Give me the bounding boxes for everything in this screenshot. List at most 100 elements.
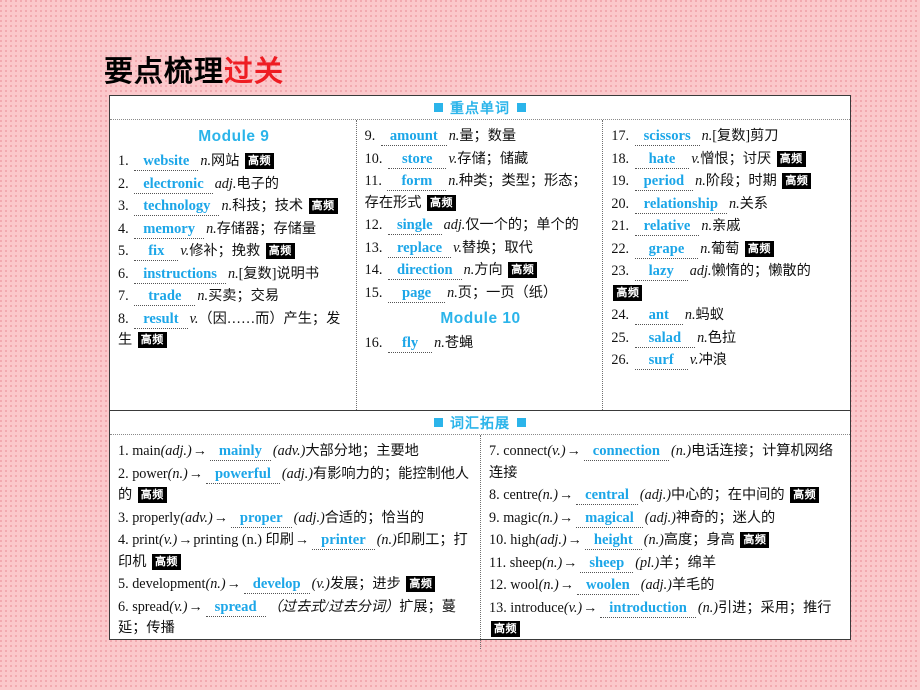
answer-blank[interactable]: store [387, 150, 447, 169]
key-words-column-3: 17. scissors n.[复数]剪刀 18. hate v.憎恨；讨厌 高频 19… [603, 120, 850, 410]
key-words-column-2: 9. amount n.量；数量 10. store v.存储；储藏 11. form n… [357, 120, 604, 410]
answer-blank[interactable]: height [584, 532, 642, 550]
entry-meaning: 修补；挽救 [189, 243, 261, 259]
entry-number: 8. [489, 487, 500, 503]
high-frequency-badge: 高频 [426, 194, 456, 211]
derived-part-of-speech: (adj.) [293, 509, 325, 526]
base-part-of-speech: (adv.) [180, 509, 213, 526]
arrow-icon: → [558, 487, 574, 503]
high-frequency-badge: 高频 [613, 284, 643, 301]
entry-meaning: 合适的；恰当的 [324, 509, 425, 526]
base-part-of-speech: (n.) [538, 577, 559, 593]
answer-blank[interactable]: connection [583, 443, 670, 461]
answer-blank[interactable]: proper [230, 509, 292, 528]
answer-blank[interactable]: relative [634, 218, 700, 236]
answer-blank[interactable]: result [134, 310, 188, 329]
answer-blank[interactable]: fix [134, 243, 179, 261]
vocabulary-entry: 11. form n.种类；类型；形态；存在形式 高频 [365, 171, 597, 214]
answer-blank[interactable]: spread [205, 598, 266, 617]
answer-blank[interactable]: lazy [634, 263, 688, 281]
vocabulary-entry: 10. store v.存储；储藏 [365, 149, 597, 171]
vocabulary-entry: 8. result v.（因……而）产生；发生 高频 [118, 309, 350, 352]
part-of-speech: adj. [689, 263, 712, 279]
section-header-key-words: 重点单词 [110, 96, 850, 120]
vocabulary-entry: 14. direction n.方向 高频 [365, 260, 597, 282]
base-word: properly [132, 509, 181, 526]
entry-number: 21. [611, 218, 630, 234]
answer-blank[interactable]: mainly [209, 443, 271, 461]
base-word: power [132, 465, 168, 482]
entry-meaning: 中心的；在中间的 [671, 487, 785, 503]
vocabulary-entry: 4. memory n.存储器；存储量 [118, 219, 350, 241]
answer-blank[interactable]: website [134, 153, 199, 171]
word-formation-entry: 12. wool(n.)→ woolen (adj.)羊毛的 [489, 575, 844, 597]
entry-number: 5. [118, 576, 129, 592]
answer-blank[interactable]: scissors [634, 128, 700, 146]
section-key-words: 重点单词 Module 9 1. website n.网站 高频 2. electr… [110, 96, 850, 410]
answer-blank[interactable]: central [576, 487, 638, 505]
entry-meaning: 替换；取代 [461, 239, 533, 256]
part-of-speech: n. [701, 128, 713, 144]
part-of-speech: n. [701, 218, 712, 234]
entry-number: 7. [118, 288, 129, 304]
answer-blank[interactable]: magical [576, 509, 643, 528]
part-of-speech: n. [227, 265, 239, 282]
entry-number: 11. [489, 554, 507, 571]
square-bullet-icon [434, 103, 443, 112]
answer-blank[interactable]: woolen [576, 577, 639, 595]
answer-blank[interactable]: surf [634, 352, 688, 370]
high-frequency-badge: 高频 [151, 553, 181, 570]
answer-blank[interactable]: single [387, 217, 442, 235]
answer-blank[interactable]: salad [634, 329, 696, 348]
answer-blank[interactable]: relationship [634, 195, 727, 214]
square-bullet-icon [517, 103, 526, 112]
part-of-speech: n. [700, 240, 711, 257]
answer-blank[interactable]: technology [134, 198, 220, 216]
entry-number: 13. [364, 239, 383, 256]
answer-blank[interactable]: trade [134, 288, 196, 306]
word-formation-entry: 3. properly(adv.)→ proper (adj.)合适的；恰当的 [118, 508, 474, 530]
answer-blank[interactable]: grape [634, 240, 699, 259]
answer-blank[interactable]: page [387, 284, 446, 303]
word-formation-entry: 7. connect(v.)→ connection (n.)电话连接；计算机网络连… [489, 441, 844, 484]
answer-blank[interactable]: powerful [205, 465, 280, 484]
answer-blank[interactable]: fly [387, 335, 433, 353]
answer-blank[interactable]: develop [243, 576, 310, 594]
entry-meaning: 羊毛的 [671, 577, 715, 593]
answer-blank[interactable]: memory [134, 220, 205, 239]
entry-number: 24. [611, 307, 630, 323]
base-word: magic [503, 509, 538, 526]
word-formation-entry: 1. main(adj.)→ mainly (adv.)大部分地；主要地 [118, 441, 474, 463]
answer-blank[interactable]: amount [380, 128, 447, 146]
vocabulary-entry: 15. page n.页；一页（纸） [365, 283, 597, 305]
base-word: spread [132, 598, 170, 615]
entry-number: 13. [489, 599, 507, 616]
vocabulary-entry: 18. hate v.憎恨；讨厌 高频 [611, 149, 844, 171]
answer-blank[interactable]: period [634, 173, 694, 191]
answer-blank[interactable]: introduction [600, 599, 696, 618]
derived-part-of-speech: (adj.) [639, 487, 672, 503]
high-frequency-badge: 高频 [308, 198, 338, 214]
derived-part-of-speech: (v.) [311, 576, 330, 592]
answer-blank[interactable]: hate [634, 150, 690, 169]
arrow-icon: → [563, 554, 578, 571]
part-of-speech: v. [180, 243, 190, 259]
arrow-icon: → [188, 598, 203, 615]
vocabulary-entry: 24. ant n.蚂蚁 [611, 305, 844, 327]
answer-blank[interactable]: printer [312, 532, 375, 550]
vocabulary-entry: 17. scissors n.[复数]剪刀 [611, 126, 844, 148]
answer-blank[interactable]: direction [387, 262, 462, 280]
arrow-icon: → [294, 532, 310, 548]
answer-blank[interactable]: instructions [134, 265, 226, 284]
answer-blank[interactable]: sheep [580, 554, 634, 573]
entry-meaning: 引进；采用；推行 [717, 599, 832, 616]
answer-blank[interactable]: electronic [134, 175, 213, 194]
entry-meaning: 方向 [474, 262, 503, 278]
answer-blank[interactable]: ant [634, 307, 683, 325]
answer-blank[interactable]: form [387, 173, 447, 191]
high-frequency-badge: 高频 [744, 240, 774, 257]
entry-meaning: 阶段；时期 [705, 173, 777, 189]
high-frequency-badge: 高频 [137, 487, 167, 503]
answer-blank[interactable]: replace [387, 239, 452, 258]
arrow-icon: → [559, 577, 574, 593]
